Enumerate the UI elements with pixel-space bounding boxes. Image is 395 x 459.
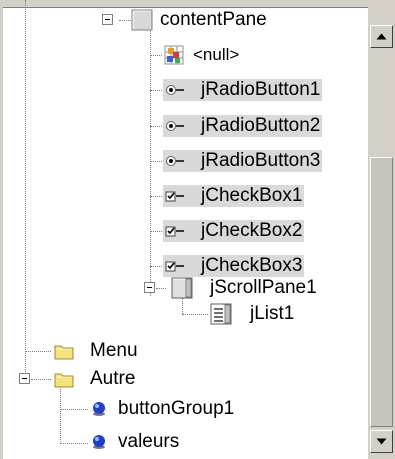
folder-icon [54,345,74,360]
scroll-down-button[interactable] [370,430,393,453]
checkbox-icon [163,255,185,277]
panel-icon [131,9,153,31]
vertical-scrollbar[interactable] [368,7,395,459]
scroll-pane-icon [171,277,193,299]
tree-node-label: valeurs [118,431,180,452]
radio-button-icon [163,79,185,101]
arrow-up-icon [376,33,387,40]
tree-node-label: jList1 [250,303,295,324]
tree-node-label: jCheckBox3 [185,255,305,277]
arrow-down-icon [376,438,387,445]
tree-node-label: jRadioButton3 [185,150,323,172]
tree-guide [150,231,162,232]
tree-guide [60,409,88,410]
tree-guide [150,266,162,267]
tree-node-label: Menu [90,340,138,361]
tree-node-label: jRadioButton1 [185,79,323,101]
tree-guide [150,55,162,56]
tree-guide [25,0,26,378]
tree-guide [150,161,162,162]
tree-guide [150,126,162,127]
tree-guide [182,314,208,315]
tree-node-label: buttonGroup1 [118,398,235,419]
tree-guide [119,20,131,21]
scroll-up-button[interactable] [370,25,393,48]
tree-guide [150,196,162,197]
tree-guide [31,379,51,380]
tree-node-label: <null> [193,45,240,64]
tree-node-label: jScrollPane1 [210,277,317,298]
tree-node-label: jRadioButton2 [185,115,323,137]
tree-guide [60,443,88,444]
tree-guide [60,389,61,444]
checkbox-icon [163,220,185,242]
list-icon [210,303,232,325]
collapse-toggle-jscrollpane1[interactable] [144,282,155,293]
component-tree-panel: contentPane <null> jRadioButton1 jRadioB… [0,0,395,459]
collapse-toggle-autre[interactable] [19,373,30,384]
tree-guide [150,90,162,91]
radio-button-icon [163,150,185,172]
blue-bean-icon [93,435,105,449]
tree-node-label: jCheckBox1 [185,185,305,207]
tree-node-label: contentPane [160,9,267,30]
tree-guide [150,20,151,296]
component-tree[interactable]: contentPane <null> jRadioButton1 jRadioB… [0,0,368,459]
tree-guide [25,351,51,352]
folder-icon [54,373,74,388]
scrollbar-thumb[interactable] [370,157,393,427]
tree-node-label: Autre [90,368,136,389]
checkbox-icon [163,185,185,207]
collapse-toggle-contentpane[interactable] [102,14,113,25]
tree-guide [182,298,183,314]
radio-button-icon [163,115,185,137]
blue-bean-icon [93,402,105,416]
null-layout-icon [164,45,184,65]
tree-guide [156,288,166,289]
tree-node-label: jCheckBox2 [185,220,305,242]
